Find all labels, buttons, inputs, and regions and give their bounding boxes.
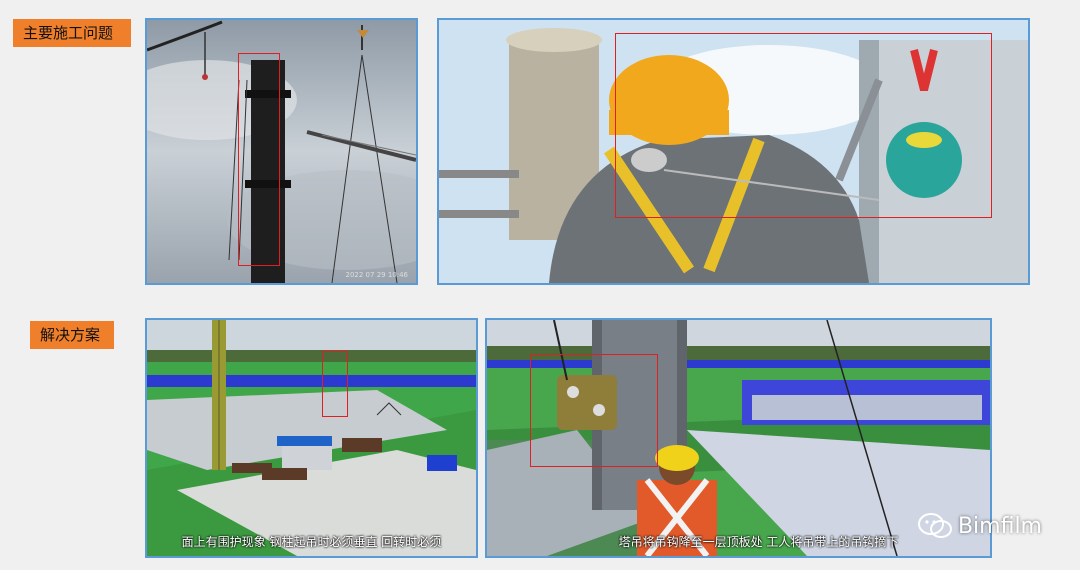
- problem-photo-column: 2022 07 29 10:46: [145, 18, 418, 285]
- watermark: Bimfilm: [917, 512, 1042, 540]
- problem-photo-harness: [437, 18, 1030, 285]
- highlight-box: [530, 354, 658, 467]
- site-render-illustration: [147, 320, 476, 556]
- problems-label: 主要施工问题: [13, 19, 131, 47]
- solution-render-worker: 塔吊将吊钩降至一层顶板处 工人将吊带上的吊钩摘下: [485, 318, 992, 558]
- watermark-text: Bimfilm: [957, 513, 1042, 539]
- highlight-box: [615, 33, 992, 218]
- photo-timestamp: 2022 07 29 10:46: [345, 271, 408, 279]
- solution-render-site: 面上有围护现象 钢柱起吊时必须垂直 回转时必须: [145, 318, 478, 558]
- render-caption: 面上有围护现象 钢柱起吊时必须垂直 回转时必须: [181, 535, 442, 549]
- solutions-label: 解决方案: [30, 321, 114, 349]
- column-photo-illustration: [147, 20, 416, 283]
- highlight-box: [238, 53, 280, 266]
- wechat-icon: [917, 513, 952, 538]
- highlight-box: [322, 351, 348, 417]
